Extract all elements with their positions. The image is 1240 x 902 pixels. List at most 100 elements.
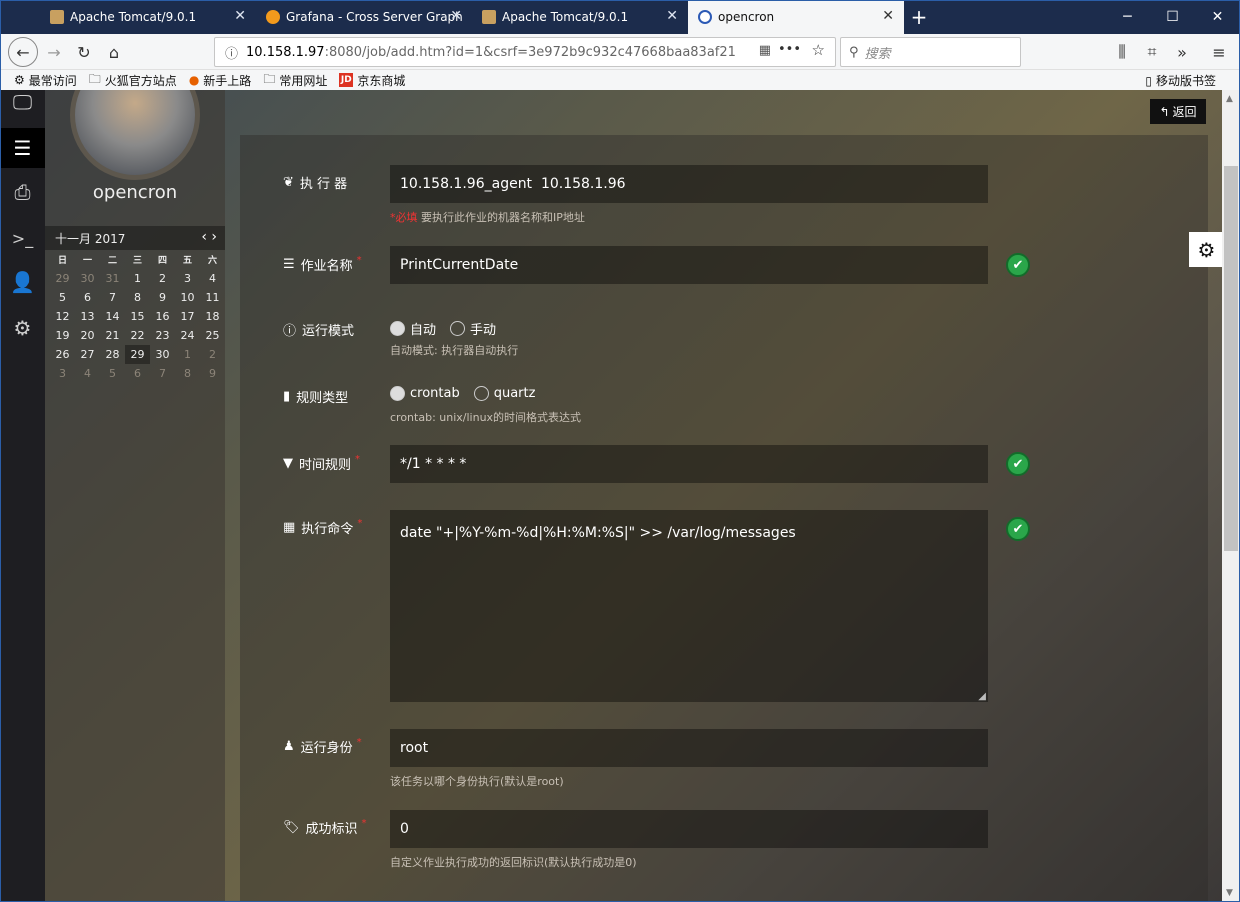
- calendar-day[interactable]: 7: [100, 291, 125, 304]
- maximize-button[interactable]: ☐: [1150, 0, 1195, 34]
- calendar-day[interactable]: 2: [150, 272, 175, 285]
- vertical-scrollbar[interactable]: ▲ ▼: [1222, 90, 1240, 902]
- calendar-day[interactable]: 26: [50, 348, 75, 361]
- close-tab-icon[interactable]: ✕: [666, 8, 678, 24]
- page-actions-icon[interactable]: •••: [778, 42, 801, 57]
- printer-icon[interactable]: ⎙: [0, 172, 45, 212]
- home-icon[interactable]: ⌂: [100, 38, 128, 66]
- calendar-day[interactable]: 13: [75, 310, 100, 323]
- close-window-button[interactable]: ✕: [1195, 0, 1240, 34]
- calendar-day[interactable]: 8: [125, 291, 150, 304]
- bookmark-star-icon[interactable]: ☆: [812, 41, 825, 59]
- calendar-day[interactable]: 24: [175, 329, 200, 342]
- calendar-day[interactable]: 3: [50, 367, 75, 380]
- calendar-day[interactable]: 14: [100, 310, 125, 323]
- calendar-day[interactable]: 19: [50, 329, 75, 342]
- hamburger-menu-icon[interactable]: ≡: [1205, 38, 1233, 66]
- calendar-day[interactable]: 27: [75, 348, 100, 361]
- calendar-day[interactable]: 1: [125, 272, 150, 285]
- forward-button[interactable]: →: [40, 38, 68, 66]
- calendar-day[interactable]: 12: [50, 310, 75, 323]
- calendar-day[interactable]: 6: [75, 291, 100, 304]
- calendar-day[interactable]: 18: [200, 310, 225, 323]
- bookmark-mobile[interactable]: ▯ 移动版书签: [1145, 72, 1216, 89]
- chevron-left-icon[interactable]: ‹: [201, 229, 207, 245]
- back-button[interactable]: ↰ 返回: [1150, 99, 1206, 124]
- new-tab-button[interactable]: +: [904, 0, 934, 34]
- job-list-icon[interactable]: ☰: [0, 128, 45, 168]
- job-name-input[interactable]: PrintCurrentDate: [390, 246, 988, 284]
- rule-type-crontab-radio[interactable]: crontab: [390, 386, 460, 401]
- resize-handle-icon[interactable]: ◢: [978, 691, 986, 702]
- calendar-day[interactable]: 10: [175, 291, 200, 304]
- calendar-day[interactable]: 2: [200, 348, 225, 361]
- calendar-day[interactable]: 8: [175, 367, 200, 380]
- info-icon[interactable]: ⓘ: [225, 43, 238, 62]
- calendar-day[interactable]: 31: [100, 272, 125, 285]
- monitor-icon[interactable]: 🖵: [0, 90, 45, 122]
- reload-button[interactable]: ↻: [70, 38, 98, 66]
- calendar-day[interactable]: 23: [150, 329, 175, 342]
- scroll-down-icon[interactable]: ▼: [1226, 888, 1233, 898]
- calendar-day[interactable]: 29: [50, 272, 75, 285]
- bookmark-jd[interactable]: JD 京东商城: [339, 72, 405, 89]
- command-textarea[interactable]: date "+|%Y-%m-%d|%H:%M:%S|" >> /var/log/…: [390, 510, 988, 702]
- calendar-day[interactable]: 30: [150, 348, 175, 361]
- back-button[interactable]: ←: [8, 37, 38, 67]
- settings-gear-button[interactable]: ⚙: [1189, 232, 1224, 267]
- scrollbar-thumb[interactable]: [1224, 166, 1238, 551]
- calendar-day[interactable]: 5: [100, 367, 125, 380]
- tab-apache-tomcat-2[interactable]: Apache Tomcat/9.0.1 ✕: [472, 0, 688, 34]
- calendar-day[interactable]: 7: [150, 367, 175, 380]
- terminal-icon[interactable]: >_: [0, 218, 45, 258]
- calendar-day[interactable]: 9: [150, 291, 175, 304]
- calendar-day[interactable]: 22: [125, 329, 150, 342]
- chevron-right-icon[interactable]: ›: [211, 229, 217, 245]
- avatar[interactable]: [70, 90, 200, 180]
- bookmark-firefox-official[interactable]: 🗀 火狐官方站点: [89, 70, 177, 91]
- executor-select[interactable]: 10.158.1.96_agent 10.158.1.96: [390, 165, 988, 203]
- tab-apache-tomcat-1[interactable]: Apache Tomcat/9.0.1 ✕: [40, 0, 256, 34]
- calendar-day[interactable]: 30: [75, 272, 100, 285]
- qr-code-icon[interactable]: ▦: [752, 43, 771, 58]
- calendar-day[interactable]: 16: [150, 310, 175, 323]
- calendar-day-today[interactable]: 29: [125, 345, 150, 364]
- calendar-day[interactable]: 4: [75, 367, 100, 380]
- calendar-day[interactable]: 20: [75, 329, 100, 342]
- bookmark-getting-started[interactable]: ● 新手上路: [189, 72, 252, 89]
- run-mode-manual-radio[interactable]: 手动: [450, 319, 496, 338]
- scroll-up-icon[interactable]: ▲: [1226, 94, 1233, 104]
- success-flag-input[interactable]: 0: [390, 810, 988, 848]
- calendar-day[interactable]: 4: [200, 272, 225, 285]
- calendar-day[interactable]: 11: [200, 291, 225, 304]
- calendar-day[interactable]: 9: [200, 367, 225, 380]
- url-bar[interactable]: ⓘ 10.158.1.97:8080/job/add.htm?id=1&csrf…: [214, 37, 836, 67]
- overflow-chevron-icon[interactable]: »: [1168, 38, 1196, 66]
- library-icon[interactable]: ⫼: [1108, 38, 1136, 66]
- run-mode-auto-radio[interactable]: 自动: [390, 319, 436, 338]
- close-tab-icon[interactable]: ✕: [234, 8, 246, 24]
- calendar-day[interactable]: 28: [100, 348, 125, 361]
- calendar-day[interactable]: 1: [175, 348, 200, 361]
- calendar-day[interactable]: 5: [50, 291, 75, 304]
- gear-icon[interactable]: ⚙: [0, 308, 45, 348]
- tab-opencron[interactable]: opencron ✕: [688, 0, 904, 34]
- run-as-input[interactable]: root: [390, 729, 988, 767]
- calendar-day[interactable]: 17: [175, 310, 200, 323]
- calendar-day[interactable]: 25: [200, 329, 225, 342]
- minimize-button[interactable]: ─: [1105, 0, 1150, 34]
- calendar-day[interactable]: 6: [125, 367, 150, 380]
- close-tab-icon[interactable]: ✕: [882, 8, 894, 24]
- bookmark-most-visited[interactable]: ⚙ 最常访问: [14, 72, 77, 89]
- screenshot-crop-icon[interactable]: ⌗: [1138, 38, 1166, 66]
- time-rule-input[interactable]: */1 * * * *: [390, 445, 988, 483]
- search-input[interactable]: ⚲ 搜索: [840, 37, 1021, 67]
- calendar-day[interactable]: 21: [100, 329, 125, 342]
- calendar-day[interactable]: 15: [125, 310, 150, 323]
- bookmark-common-sites[interactable]: 🗀 常用网址: [263, 70, 327, 91]
- tab-grafana[interactable]: Grafana - Cross Server Graph ✕: [256, 0, 472, 34]
- calendar-day[interactable]: 3: [175, 272, 200, 285]
- close-tab-icon[interactable]: ✕: [450, 8, 462, 24]
- rule-type-quartz-radio[interactable]: quartz: [473, 386, 535, 401]
- user-icon[interactable]: 👤: [0, 262, 45, 302]
